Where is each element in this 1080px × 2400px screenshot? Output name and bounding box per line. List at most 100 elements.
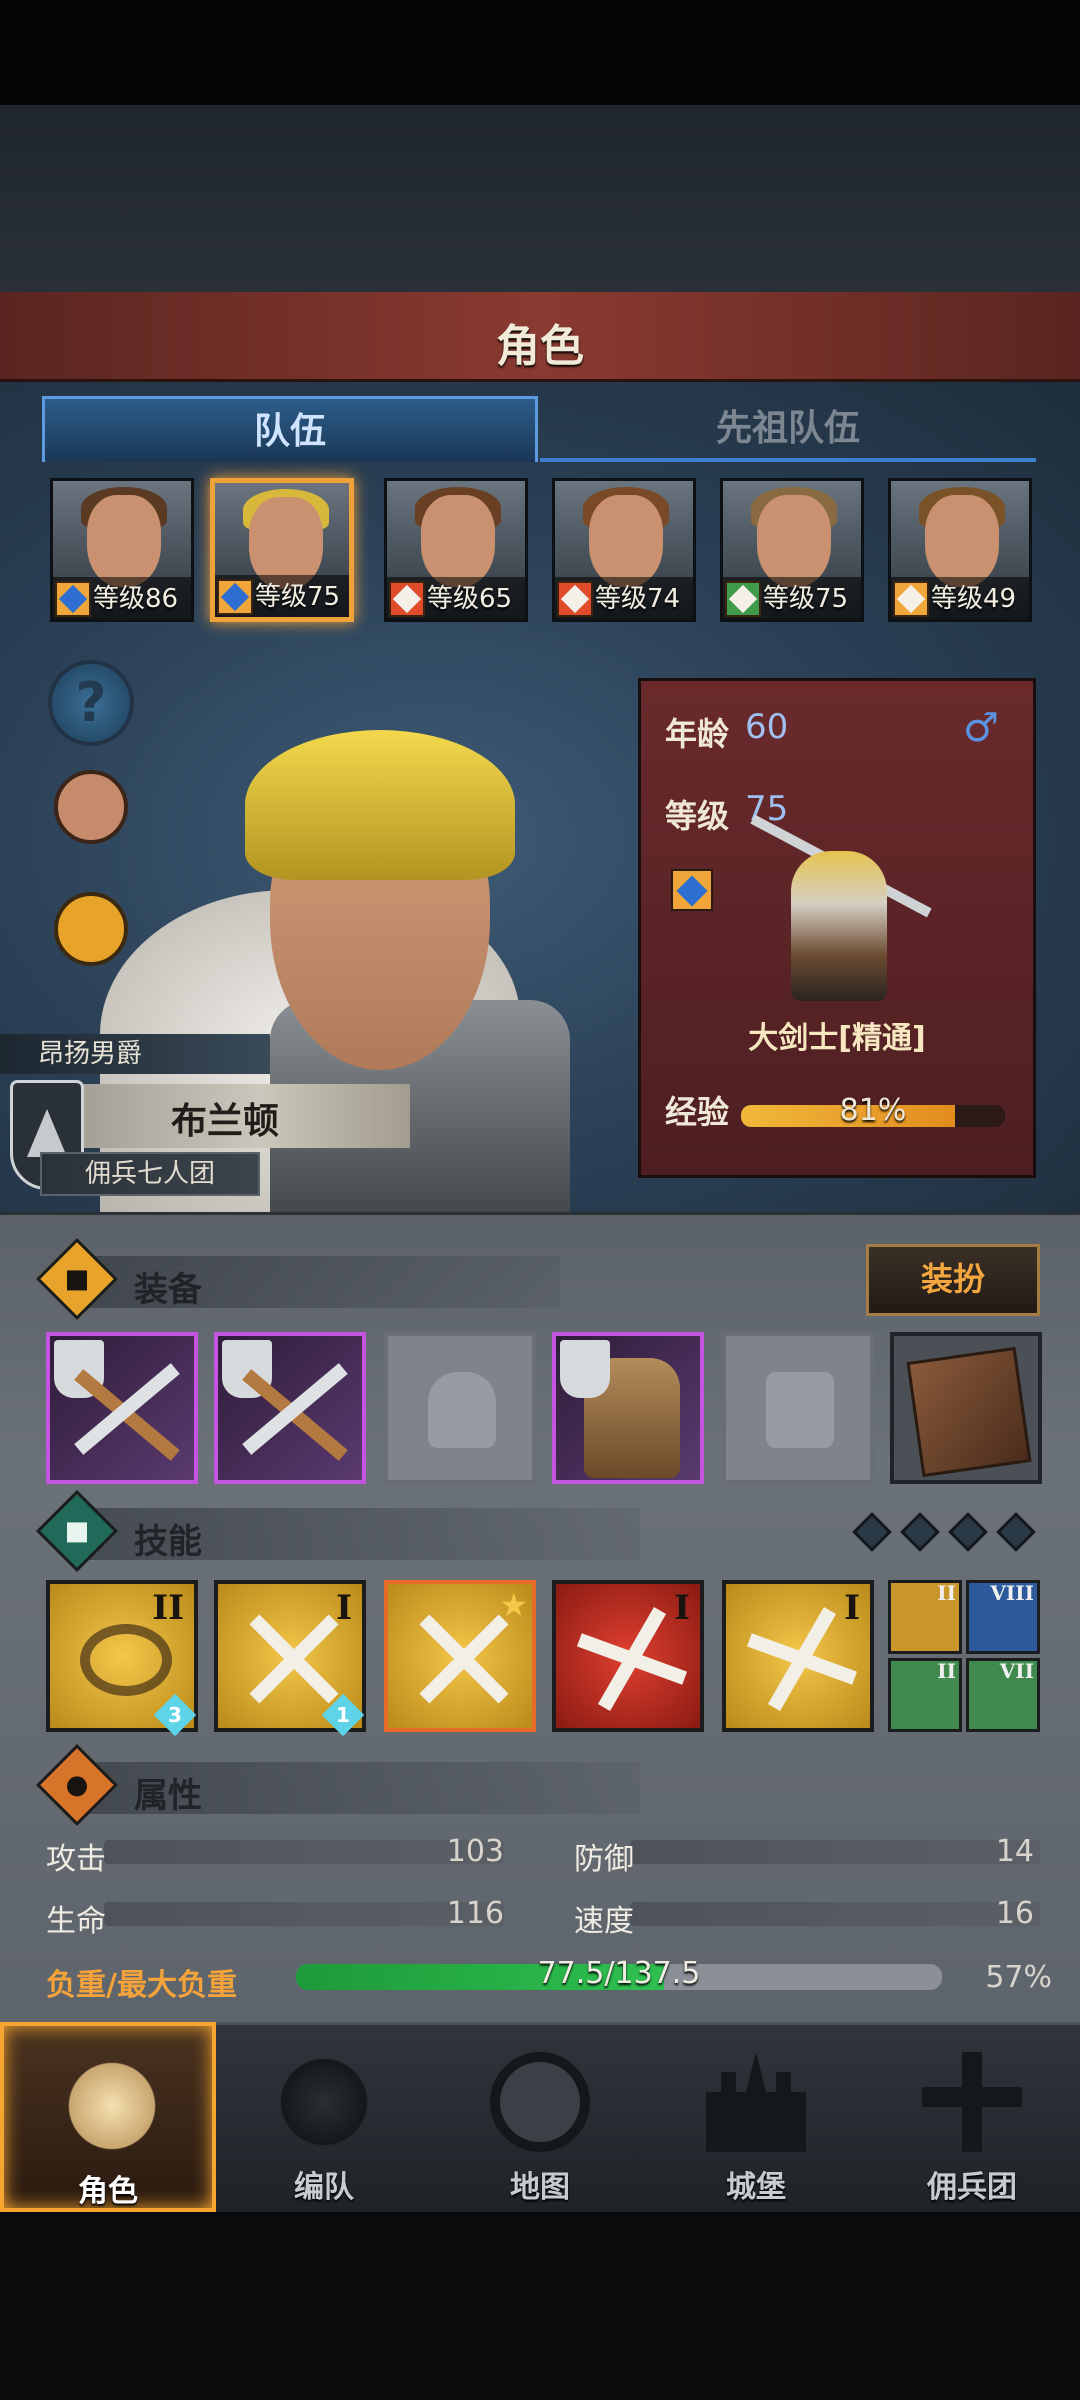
skill-rank: II: [937, 1659, 956, 1683]
age-label: 年龄: [665, 715, 730, 753]
helmet-icon: [428, 1372, 496, 1448]
xp-label: 经验: [665, 1093, 730, 1131]
character-name: 布兰顿: [170, 1101, 279, 1142]
party-member-level: 等级86: [93, 584, 179, 614]
party-member-3[interactable]: 等级65: [384, 478, 528, 622]
tab-party[interactable]: 队伍: [42, 396, 538, 462]
hp-value: 116: [446, 1896, 504, 1931]
party-member-level: 等级65: [427, 584, 513, 614]
fist-class-icon: [557, 581, 593, 617]
skill-level-badge: 1: [321, 1693, 365, 1737]
nav-label: 城堡: [726, 2170, 786, 2205]
load-label: 负重/最大负重: [46, 1968, 237, 2003]
portrait-face: [87, 495, 161, 587]
party-member-level: 等级75: [763, 584, 849, 614]
portrait-face: [925, 495, 999, 587]
skill-5[interactable]: I: [722, 1580, 874, 1732]
greatsword-class-icon: [217, 579, 253, 615]
page-title: 角色: [496, 321, 584, 372]
fist-class-icon: [389, 581, 425, 617]
party-member-level: 等级75: [255, 582, 341, 612]
guild-badge-icon: [560, 1340, 610, 1398]
nav-map[interactable]: 地图: [432, 2022, 648, 2212]
equip-slot-offhand[interactable]: [214, 1332, 366, 1484]
skill-rank: II: [152, 1588, 184, 1628]
character-sprite: [791, 851, 887, 1001]
speed-value: 16: [995, 1896, 1034, 1931]
guild-name: 佣兵七人团: [40, 1152, 260, 1196]
speed-label: 速度: [574, 1904, 634, 1939]
knight-icon: [62, 2056, 162, 2156]
equip-slot-helmet[interactable]: [384, 1332, 536, 1484]
equipment-title: 装备: [134, 1270, 202, 1310]
whirlwind-icon: [80, 1624, 172, 1696]
character-info-card: 年龄 60 ♂ 等级 75 大剑士[精通] 经验 81%: [638, 678, 1036, 1178]
boots-icon: [766, 1372, 834, 1448]
skill-rank: I: [336, 1588, 352, 1628]
class-name: 大剑士[精通]: [748, 1021, 926, 1056]
passive-skill-1[interactable]: II: [888, 1580, 962, 1654]
greatsword-class-icon: [55, 581, 91, 617]
passive-skill-2[interactable]: VIII: [966, 1580, 1040, 1654]
blond-hair: [245, 730, 515, 880]
equip-slot-book[interactable]: [890, 1332, 1042, 1484]
party-member-4[interactable]: 等级74: [552, 478, 696, 622]
nav-castle[interactable]: 城堡: [648, 2022, 864, 2212]
load-value: 77.5/137.5: [537, 1956, 701, 1991]
level-label: 等级: [665, 797, 730, 835]
party-member-level: 等级49: [931, 584, 1017, 614]
party-member-5[interactable]: 等级75: [720, 478, 864, 622]
equip-slot-armor[interactable]: [552, 1332, 704, 1484]
equip-slot-weapon[interactable]: [46, 1332, 198, 1484]
skill-rank: II: [937, 1581, 956, 1605]
portrait-face: [421, 495, 495, 587]
skill-4[interactable]: I: [552, 1580, 704, 1732]
nav-label: 角色: [78, 2174, 138, 2209]
age-value: 60: [745, 707, 789, 747]
skill-1[interactable]: II 3: [46, 1580, 198, 1737]
skill-level-badge: 3: [153, 1693, 197, 1737]
defense-value: 14: [995, 1834, 1034, 1869]
crossed-swords-class-icon: [725, 581, 761, 617]
skill-2[interactable]: I 1: [214, 1580, 366, 1737]
party-member-1[interactable]: 等级86: [50, 478, 194, 622]
book-icon: [906, 1346, 1032, 1478]
portrait-face: [589, 495, 663, 587]
skill-rank: VII: [999, 1659, 1034, 1683]
party-member-6[interactable]: 等级49: [888, 478, 1032, 622]
page-header: 角色: [0, 292, 1080, 382]
equip-slot-boots[interactable]: [722, 1332, 874, 1484]
nav-label: 编队: [294, 2170, 354, 2205]
character-name-plate: 布兰顿: [40, 1084, 410, 1148]
male-icon: ♂: [963, 705, 999, 751]
passive-skill-3[interactable]: II: [888, 1658, 962, 1732]
nav-label: 地图: [510, 2170, 570, 2205]
party-member-level: 等级74: [595, 584, 681, 614]
castle-icon: [706, 2052, 806, 2152]
character-title: 昂扬男爵: [0, 1034, 270, 1074]
passive-skill-4[interactable]: VII: [966, 1658, 1040, 1732]
tab-ancestor-party[interactable]: 先祖队伍: [540, 396, 1036, 462]
compass-icon: [490, 2052, 590, 2152]
hp-label: 生命: [46, 1904, 106, 1939]
xp-percent: 81%: [839, 1093, 907, 1128]
attack-label: 攻击: [46, 1842, 106, 1877]
nav-formation[interactable]: 编队: [216, 2022, 432, 2212]
formation-icon: [274, 2052, 374, 2152]
skills-title: 技能: [134, 1522, 202, 1562]
attack-value: 103: [446, 1834, 504, 1869]
star-icon: ★: [499, 1586, 528, 1624]
top-background: [0, 0, 1080, 292]
nav-character[interactable]: 角色: [0, 2022, 216, 2212]
skill-3[interactable]: ★: [384, 1580, 536, 1732]
dress-button[interactable]: 装扮: [866, 1244, 1040, 1316]
guild-banner-icon: [922, 2052, 1022, 2152]
skill-rank: VIII: [990, 1581, 1034, 1605]
nav-mercenary-guild[interactable]: 佣兵团: [864, 2022, 1080, 2212]
attributes-title: 属性: [134, 1776, 202, 1816]
portrait-face: [757, 495, 831, 587]
skill-rank: I: [844, 1588, 860, 1628]
shield-class-icon: [893, 581, 929, 617]
party-member-2[interactable]: 等级75: [210, 478, 354, 622]
skill-rank: I: [674, 1588, 690, 1628]
